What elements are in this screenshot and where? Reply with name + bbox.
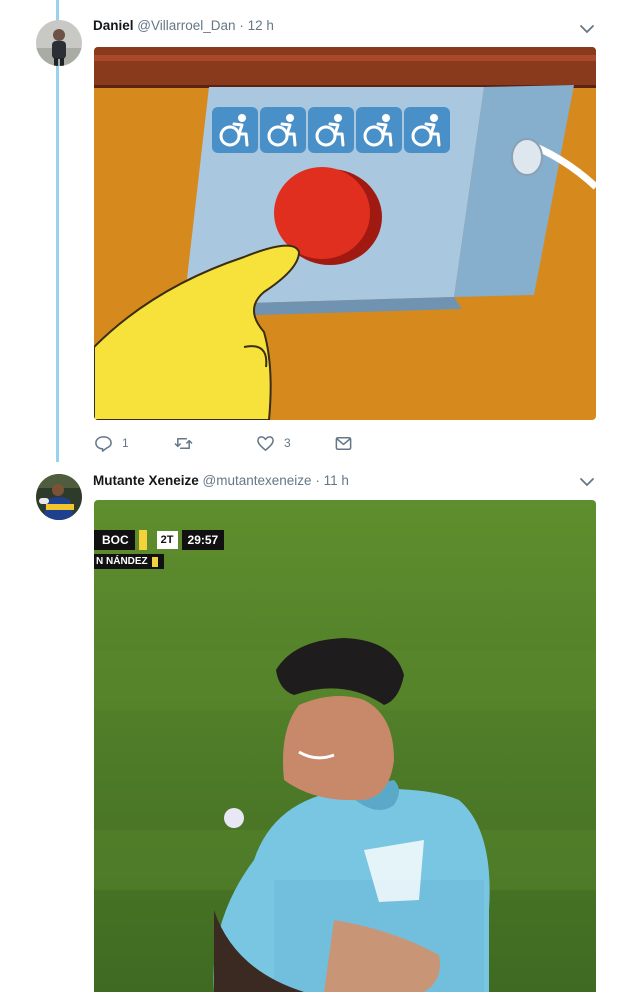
heart-icon	[257, 435, 274, 451]
yellow-card-icon	[151, 556, 158, 567]
tweet-timestamp[interactable]: 12 h	[248, 18, 274, 33]
author-name[interactable]: Mutante Xeneize	[93, 473, 199, 488]
accessible-forward-icon	[356, 107, 402, 153]
tweet-header: Daniel @Villarroel_Dan · 12 h	[93, 18, 274, 33]
chevron-down-icon[interactable]	[578, 473, 596, 491]
chevron-down-icon[interactable]	[578, 20, 596, 38]
author-name[interactable]: Daniel	[93, 18, 134, 33]
tweet-video-still[interactable]: BOC 2T 29:57 N NÁNDEZ	[94, 500, 596, 992]
avatar[interactable]	[36, 20, 82, 66]
accessible-forward-icon	[404, 107, 450, 153]
scoreboard-half: 2T	[156, 531, 178, 549]
reply-count: 1	[122, 436, 129, 450]
envelope-icon	[335, 436, 352, 450]
emoji-row	[212, 107, 450, 153]
avatar[interactable]	[36, 474, 82, 520]
author-handle[interactable]: @mutantexeneize	[203, 473, 312, 488]
accessible-forward-icon	[260, 107, 306, 153]
author-handle[interactable]: @Villarroel_Dan	[137, 18, 235, 33]
tweet-daniel: Daniel @Villarroel_Dan · 12 h 1 3	[0, 0, 630, 462]
simpson-button-image	[94, 47, 596, 420]
player-name: N NÁNDEZ	[96, 556, 148, 567]
separator-dot: ·	[239, 18, 244, 33]
tweet-header: Mutante Xeneize @mutantexeneize · 11 h	[93, 473, 349, 488]
retweet-icon	[174, 437, 193, 449]
player-caption: N NÁNDEZ	[94, 554, 164, 569]
retweet-button[interactable]	[174, 432, 202, 454]
tweet-actions: 1 3	[94, 432, 424, 456]
reply-icon	[95, 435, 112, 452]
tweet-mutante-xeneize: Mutante Xeneize @mutantexeneize · 11 h B…	[0, 462, 630, 992]
tweet-timestamp[interactable]: 11 h	[324, 473, 349, 488]
reply-button[interactable]: 1	[94, 432, 129, 454]
direct-message-button[interactable]	[334, 432, 353, 454]
football-match-image	[94, 500, 596, 992]
separator-dot: ·	[315, 473, 320, 488]
accessible-forward-icon	[308, 107, 354, 153]
like-count: 3	[284, 436, 291, 450]
tweet-image-meme[interactable]	[94, 47, 596, 420]
like-button[interactable]: 3	[256, 432, 291, 454]
scoreboard-clock: 29:57	[181, 530, 225, 550]
accessible-forward-icon	[212, 107, 258, 153]
scoreboard: BOC 2T 29:57	[94, 530, 225, 550]
scoreboard-team: BOC	[94, 530, 135, 550]
scoreboard-team-color	[138, 530, 147, 550]
